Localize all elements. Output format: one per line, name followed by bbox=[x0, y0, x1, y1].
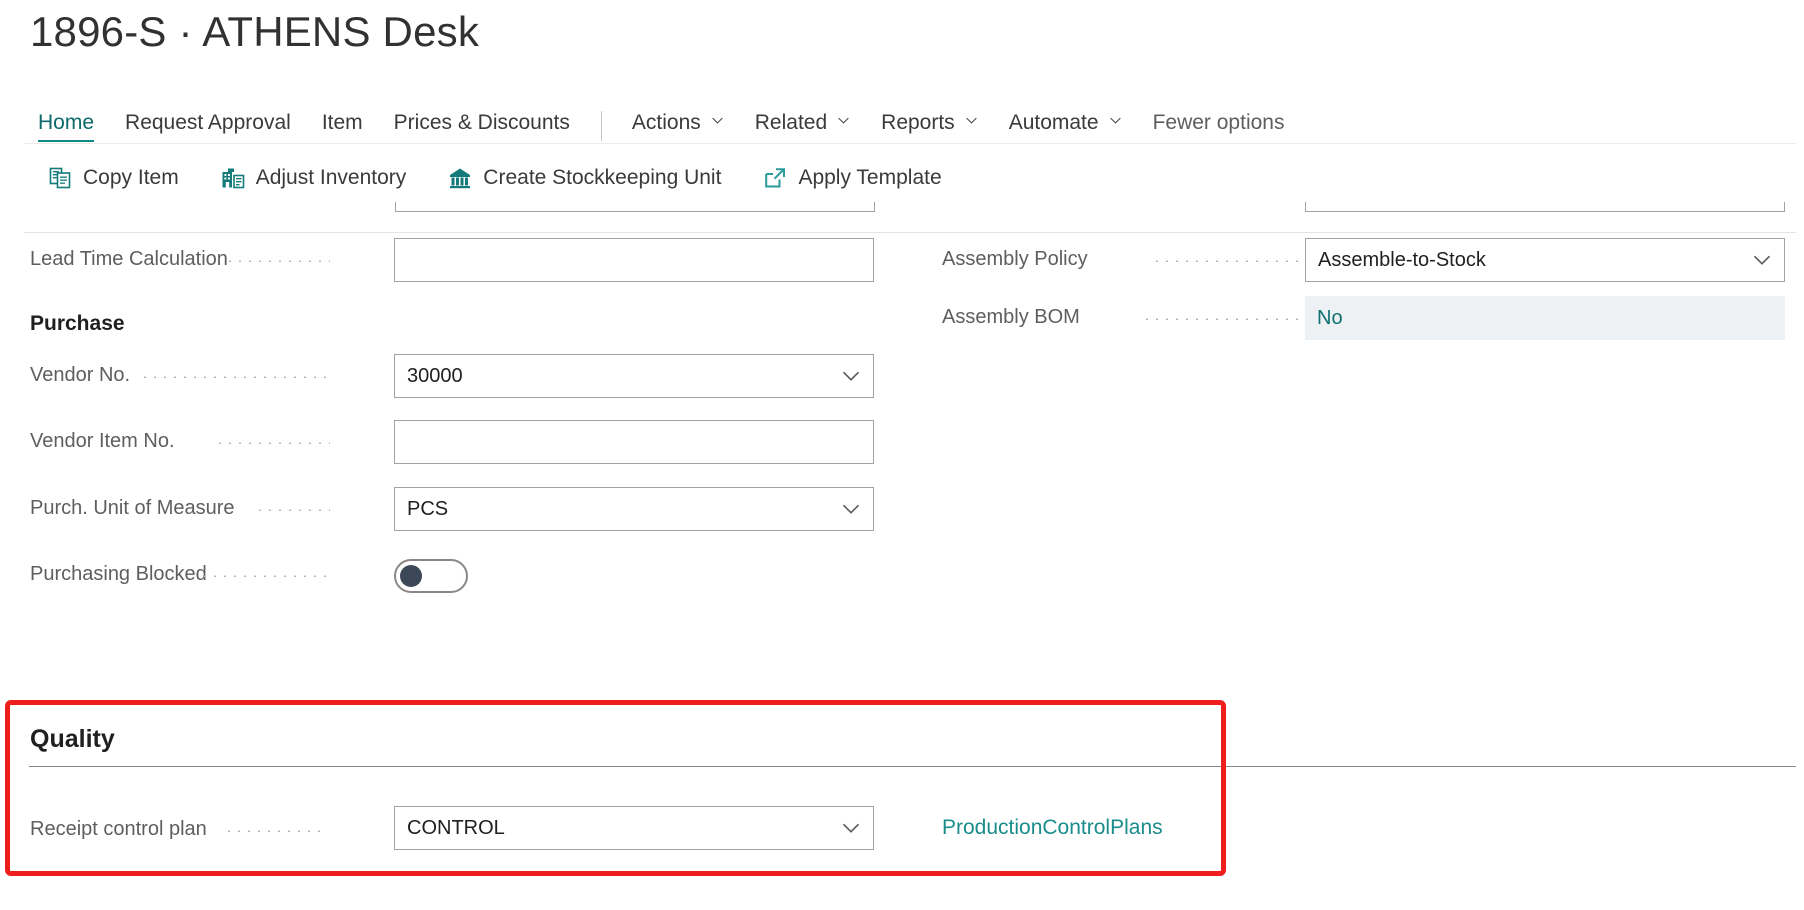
field-vendor-item-no: Vendor Item No. bbox=[0, 414, 900, 472]
purchase-subheading: Purchase bbox=[30, 312, 125, 335]
cut-off-row-input[interactable] bbox=[395, 202, 875, 212]
copy-item-label: Copy Item bbox=[83, 166, 179, 189]
field-vendor-no: Vendor No. 30000 bbox=[0, 348, 900, 406]
create-stockkeeping-unit-label: Create Stockkeeping Unit bbox=[483, 166, 722, 189]
fewer-options-button[interactable]: Fewer options bbox=[1153, 111, 1285, 142]
assembly-policy-dots bbox=[1152, 260, 1312, 262]
chevron-down-icon[interactable] bbox=[841, 366, 861, 386]
vendor-no-dots bbox=[140, 376, 330, 378]
field-assembly-policy: Assembly Policy Assemble-to-Stock bbox=[900, 232, 1804, 290]
nav-bottom-divider bbox=[24, 143, 1796, 144]
adjust-inventory-icon bbox=[221, 166, 245, 190]
fewer-options-label: Fewer options bbox=[1152, 110, 1285, 134]
tab-home-label: Home bbox=[38, 110, 95, 134]
purchasing-blocked-label: Purchasing Blocked bbox=[30, 563, 207, 585]
chevron-down-icon bbox=[1109, 114, 1122, 127]
vendor-item-no-label: Vendor Item No. bbox=[30, 430, 175, 452]
create-stockkeeping-unit-button[interactable]: Create Stockkeeping Unit bbox=[448, 166, 721, 190]
menu-automate[interactable]: Automate bbox=[1009, 111, 1122, 142]
vendor-no-input[interactable]: 30000 bbox=[394, 354, 874, 398]
tab-item-label: Item bbox=[321, 110, 363, 134]
menu-automate-label: Automate bbox=[1008, 110, 1099, 134]
chevron-down-icon bbox=[711, 114, 724, 127]
create-stockkeeping-unit-icon bbox=[448, 166, 472, 190]
purch-unit-of-measure-label: Purch. Unit of Measure bbox=[30, 497, 235, 519]
navigation-bar: Home Request Approval Item Prices & Disc… bbox=[0, 104, 1804, 148]
adjust-inventory-button[interactable]: Adjust Inventory bbox=[221, 166, 407, 190]
copy-item-button[interactable]: Copy Item bbox=[48, 166, 179, 190]
tab-home[interactable]: Home bbox=[38, 110, 95, 142]
assembly-policy-value: Assemble-to-Stock bbox=[1318, 248, 1486, 271]
adjust-inventory-label: Adjust Inventory bbox=[255, 166, 407, 189]
purch-unit-of-measure-value: PCS bbox=[407, 497, 449, 520]
purch-unit-of-measure-input[interactable]: PCS bbox=[394, 487, 874, 531]
field-assembly-bom: Assembly BOM No bbox=[900, 290, 1804, 348]
apply-template-button[interactable]: Apply Template bbox=[763, 166, 942, 190]
assembly-bom-dots bbox=[1142, 318, 1312, 320]
lead-time-calculation-input[interactable] bbox=[394, 238, 874, 282]
lead-time-calculation-label: Lead Time Calculation bbox=[30, 248, 228, 270]
field-purch-unit-of-measure: Purch. Unit of Measure PCS bbox=[0, 481, 900, 539]
menu-related[interactable]: Related bbox=[755, 111, 850, 142]
nav-divider bbox=[600, 111, 602, 141]
page-title: 1896-S · ATHENS Desk bbox=[30, 8, 480, 55]
cut-off-row-label: Replenishment System bbox=[30, 202, 236, 203]
vendor-no-label: Vendor No. bbox=[30, 364, 131, 386]
menu-actions-label: Actions bbox=[631, 110, 701, 134]
vendor-item-no-input[interactable] bbox=[394, 420, 874, 464]
lead-time-calculation-dots bbox=[225, 260, 330, 262]
menu-related-label: Related bbox=[754, 110, 828, 134]
assembly-policy-input[interactable]: Assemble-to-Stock bbox=[1305, 238, 1785, 282]
cut-off-row-input-right[interactable] bbox=[1305, 202, 1785, 212]
vendor-no-value: 30000 bbox=[407, 364, 463, 387]
tab-item[interactable]: Item bbox=[322, 111, 363, 142]
quality-section-highlight bbox=[5, 700, 1226, 876]
purchasing-blocked-toggle[interactable] bbox=[394, 559, 468, 593]
purch-unit-of-measure-dots bbox=[255, 509, 330, 511]
menu-actions[interactable]: Actions bbox=[632, 111, 724, 142]
field-purchasing-blocked: Purchasing Blocked Off bbox=[0, 547, 900, 605]
action-toolbar: Copy Item Adjust Inventory Create Stockk… bbox=[0, 152, 1804, 204]
vendor-item-no-dots bbox=[215, 442, 330, 444]
chevron-down-icon bbox=[837, 114, 850, 127]
assembly-bom-value: No bbox=[1305, 296, 1785, 340]
toggle-knob bbox=[400, 565, 422, 587]
cut-off-row: Replenishment System bbox=[0, 202, 1804, 232]
apply-template-icon bbox=[763, 166, 787, 190]
tab-prices-and-discounts[interactable]: Prices & Discounts bbox=[394, 111, 570, 142]
assembly-bom-label: Assembly BOM bbox=[942, 306, 1080, 328]
tab-request-approval[interactable]: Request Approval bbox=[125, 111, 291, 142]
menu-reports[interactable]: Reports bbox=[881, 111, 978, 142]
chevron-down-icon[interactable] bbox=[1752, 250, 1772, 270]
field-lead-time-calculation: Lead Time Calculation bbox=[0, 232, 900, 290]
assembly-policy-label: Assembly Policy bbox=[942, 248, 1088, 270]
tab-prices-and-discounts-label: Prices & Discounts bbox=[393, 110, 570, 134]
apply-template-label: Apply Template bbox=[798, 166, 942, 189]
chevron-down-icon bbox=[965, 114, 978, 127]
copy-item-icon bbox=[48, 166, 72, 190]
menu-reports-label: Reports bbox=[881, 110, 955, 134]
tab-request-approval-label: Request Approval bbox=[125, 110, 291, 134]
purchasing-blocked-dots bbox=[200, 575, 330, 577]
chevron-down-icon[interactable] bbox=[841, 499, 861, 519]
